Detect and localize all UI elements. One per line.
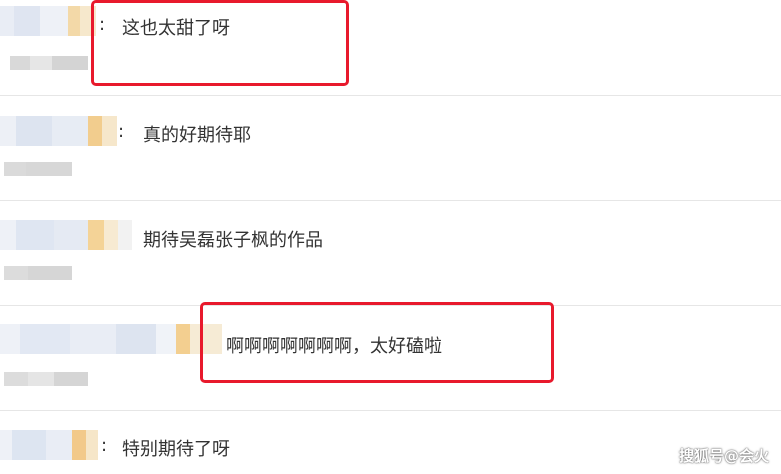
comment-text: 真的好期待耶: [143, 125, 251, 146]
comment-item: : 特别期待了呀: [0, 411, 781, 474]
comment-colon: :: [118, 121, 125, 142]
comment-item: 期待吴磊张子枫的作品: [0, 201, 781, 305]
highlight-box: [91, 0, 349, 86]
username-blurred: [0, 430, 98, 460]
comment-item: : 真的好期待耶: [0, 96, 781, 200]
comment-text: 期待吴磊张子枫的作品: [143, 230, 323, 251]
timestamp-blurred: [4, 266, 72, 280]
timestamp-blurred: [10, 56, 88, 70]
comment-colon: :: [101, 435, 108, 456]
timestamp-blurred: [4, 162, 72, 176]
timestamp-blurred: [4, 372, 88, 386]
username-blurred: [0, 6, 96, 36]
username-blurred: [0, 116, 117, 146]
highlight-box: [200, 302, 554, 383]
username-blurred: [0, 324, 222, 354]
watermark: 搜狐号@会火: [678, 447, 769, 465]
comment-text: 特别期待了呀: [122, 439, 230, 460]
username-blurred: [0, 220, 132, 250]
